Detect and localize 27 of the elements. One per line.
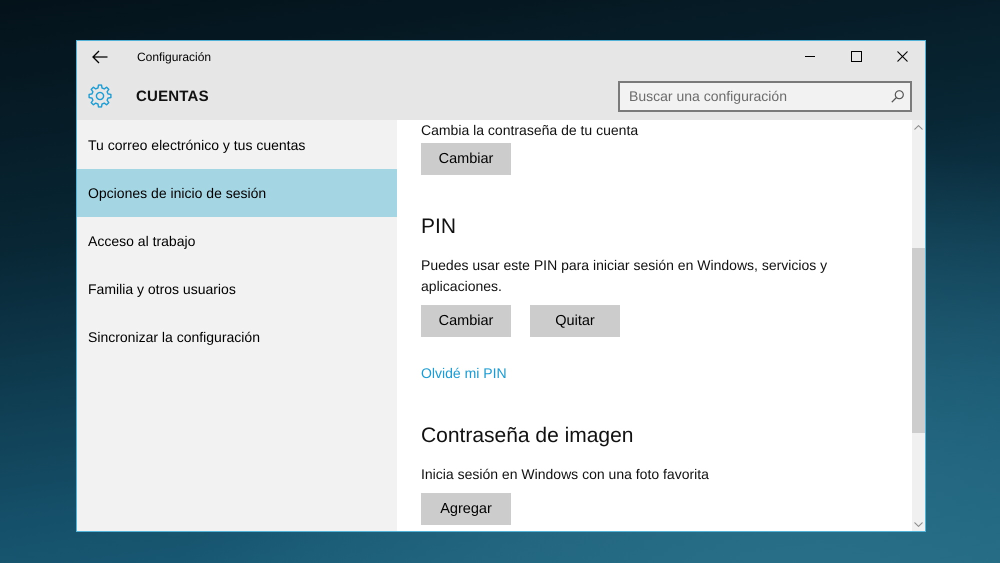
window-title: Configuración <box>137 50 212 64</box>
search-icon <box>891 90 904 102</box>
close-icon <box>896 51 908 62</box>
chevron-down-icon[interactable] <box>914 522 923 526</box>
scrollbar[interactable] <box>912 120 925 531</box>
chevron-up-icon[interactable] <box>914 124 923 130</box>
page-title: CUENTAS <box>136 88 209 104</box>
section-heading: Contraseña de imagen <box>421 423 634 449</box>
gear-icon <box>88 84 112 108</box>
action-button[interactable]: Agregar <box>421 493 511 525</box>
action-button[interactable]: Cambiar <box>421 143 511 175</box>
sidebar-item[interactable]: Opciones de inicio de sesión <box>77 169 397 217</box>
sidebar-item[interactable]: Acceso al trabajo <box>77 217 397 265</box>
section-description: Cambia la contraseña de tu cuenta <box>421 121 638 140</box>
sidebar-item[interactable]: Sincronizar la configuración <box>77 313 397 361</box>
scrollbar-thumb[interactable] <box>912 248 925 433</box>
action-button[interactable]: Cambiar <box>421 305 511 337</box>
left-arrow-icon <box>92 50 108 64</box>
maximize-icon <box>850 51 862 62</box>
section-description: Inicia sesión en Windows con una foto favorita <box>421 465 709 484</box>
sidebar-item[interactable]: Familia y otros usuarios <box>77 265 397 313</box>
section-description: Puedes usar este PIN para iniciar sesión en Windows, servicios y aplicaciones. <box>421 256 828 296</box>
minimize-icon <box>805 56 815 57</box>
section-heading: PIN <box>421 214 456 240</box>
action-button[interactable]: Quitar <box>530 305 620 337</box>
sidebar-item[interactable]: Tu correo electrónico y tus cuentas <box>77 121 397 169</box>
search-field[interactable]: Buscar una configuración <box>618 80 912 112</box>
